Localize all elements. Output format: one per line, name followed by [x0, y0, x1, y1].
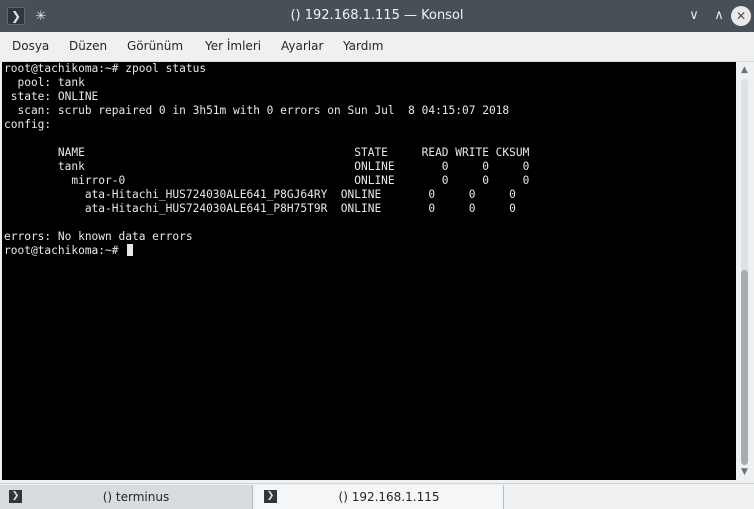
menu-duzen[interactable]: Düzen [69, 32, 107, 61]
terminal-line: scan: scrub repaired 0 in 3h51m with 0 e… [4, 104, 510, 117]
tab-terminus[interactable]: ❯ () terminus [0, 485, 253, 509]
menu-yer-imleri[interactable]: Yer İmleri [205, 32, 261, 61]
menu-gorunum[interactable]: Görünüm [127, 32, 183, 61]
menu-bar: Dosya Düzen Görünüm Yer İmleri Ayarlar Y… [0, 32, 754, 62]
scroll-up-icon[interactable]: ▲ [738, 64, 751, 77]
terminal-line: ata-Hitachi_HUS724030ALE641_P8H75T9R ONL… [4, 202, 516, 215]
minimize-button[interactable]: ∨ [684, 6, 704, 26]
menu-dosya[interactable]: Dosya [12, 32, 49, 61]
tab-label: () 192.168.1.115 [338, 490, 440, 504]
terminal-icon: ❯ [264, 490, 277, 503]
terminal-line: config: [4, 118, 52, 131]
terminal-line: state: ONLINE [4, 90, 99, 103]
window-title: () 192.168.1.115 — Konsol [290, 8, 464, 23]
terminal-line: mirror-0 ONLINE 0 0 0 [4, 174, 530, 187]
maximize-button[interactable]: ∧ [709, 6, 729, 26]
terminal-output[interactable]: root@tachikoma:~# zpool status pool: tan… [2, 62, 736, 480]
session-tab-bar: ❯ () terminus ❯ () 192.168.1.115 [0, 483, 754, 509]
close-button[interactable]: ✕ [731, 6, 751, 26]
menu-yardim[interactable]: Yardım [343, 32, 383, 61]
terminal-prompt-line: root@tachikoma:~# [4, 244, 134, 258]
scrollbar-thumb[interactable] [741, 270, 748, 465]
terminal-prompt: root@tachikoma:~# [4, 244, 126, 257]
terminal-icon: ❯ [9, 490, 22, 503]
terminal-cursor [127, 244, 134, 256]
terminal-line: tank ONLINE 0 0 0 [4, 160, 530, 173]
terminal-line: pool: tank [4, 76, 85, 89]
window-titlebar[interactable]: ❯ ✳ () 192.168.1.115 — Konsol ∨ ∧ ✕ [0, 0, 754, 32]
terminal-line: NAME STATE READ WRITE CKSUM [4, 146, 530, 159]
terminal-scrollbar[interactable]: ▲ ▼ [737, 62, 752, 480]
terminal-line: errors: No known data errors [4, 230, 193, 243]
terminal-line: root@tachikoma:~# zpool status [4, 62, 207, 75]
tab-label: () terminus [102, 490, 170, 504]
terminal-line: ata-Hitachi_HUS724030ALE641_P8GJ64RY ONL… [4, 188, 516, 201]
menu-ayarlar[interactable]: Ayarlar [281, 32, 323, 61]
tab-192-168-1-115[interactable]: ❯ () 192.168.1.115 [255, 485, 504, 509]
scroll-down-icon[interactable]: ▼ [738, 466, 751, 479]
